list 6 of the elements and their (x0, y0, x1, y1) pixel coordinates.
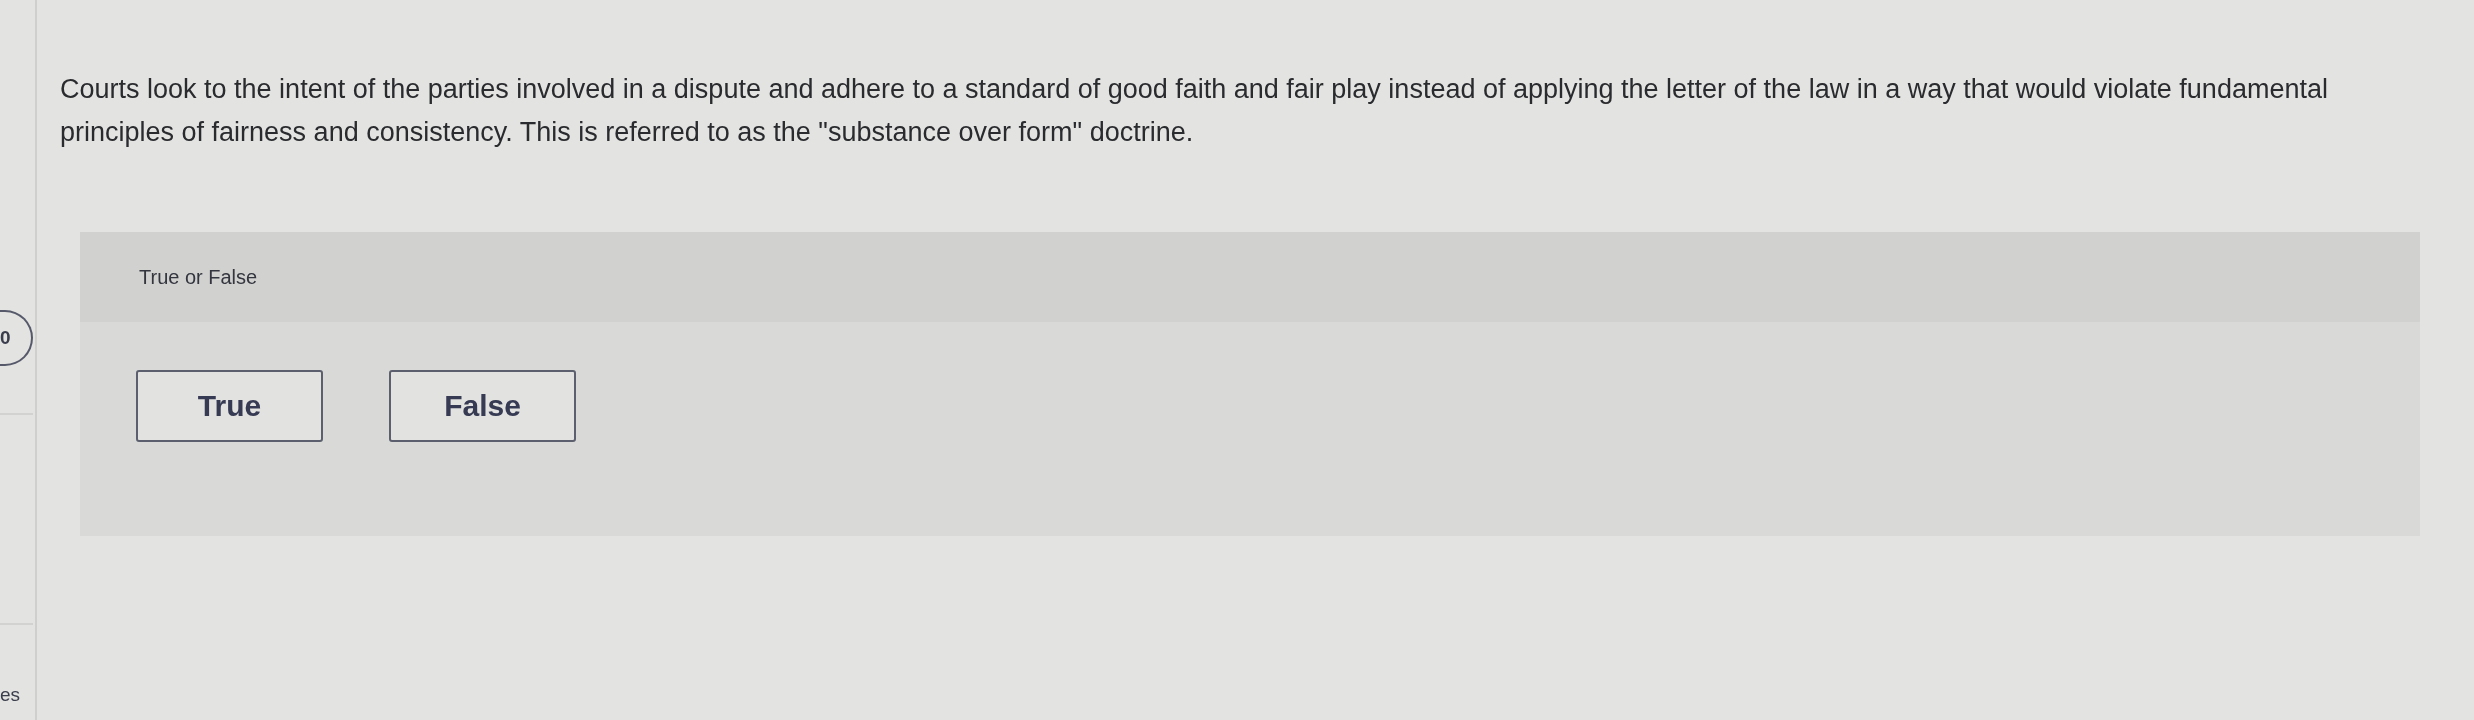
answer-option-button[interactable]: False (389, 370, 576, 442)
question-text: Courts look to the intent of the parties involved in a dispute and adhere to a standard of good faith and fair play instead of applying the letter of the law in a way that would violate fundamental principles of fairness and consistency. This is referred to as the "substance over form" doctrine. (60, 73, 2329, 149)
answer-option-button[interactable]: True (136, 370, 323, 442)
question-type-label: True or False (139, 265, 258, 289)
sidebar-item[interactable]: es (0, 683, 21, 707)
number-badge: 0 (0, 310, 33, 366)
